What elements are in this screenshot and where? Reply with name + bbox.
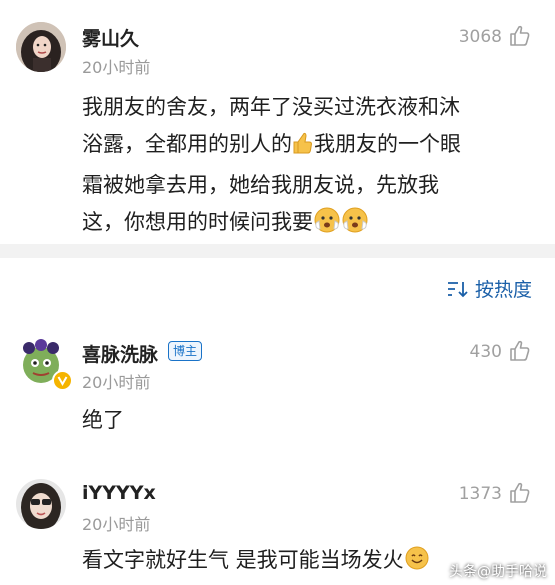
comment-line: 这，你想用的时候问我要 xyxy=(82,204,542,245)
like-count: 3068 xyxy=(458,27,502,47)
fearful-face-emoji-icon xyxy=(313,207,341,245)
username[interactable]: iYYYYx xyxy=(82,482,156,504)
comment-time: 20小时前 xyxy=(82,373,151,392)
watermark: 头条@助手哈说 xyxy=(449,564,547,580)
comment-line: 霜被她拿去用，她给我朋友说，先放我 xyxy=(82,173,439,197)
verified-icon xyxy=(52,370,73,391)
fearful-face-emoji-icon xyxy=(341,207,369,245)
thumbs-up-icon[interactable] xyxy=(508,339,532,363)
comment-text-part: 看文字就好生气 是我可能当场发火 xyxy=(82,548,404,572)
comment-line-part: 我朋友的一个眼 xyxy=(314,132,461,156)
smiling-face-emoji-icon xyxy=(404,545,430,583)
avatar[interactable] xyxy=(16,22,66,72)
like-count: 430 xyxy=(469,342,502,362)
comment-line-part: 浴露，全都用的别人的 xyxy=(82,132,292,156)
section-divider xyxy=(0,244,555,258)
author-badge: 博主 xyxy=(168,341,203,361)
thumbs-up-icon[interactable] xyxy=(508,481,532,505)
comment-time: 20小时前 xyxy=(82,515,151,534)
username[interactable]: 喜脉洗脉 xyxy=(82,340,158,367)
comment-text: 绝了 xyxy=(82,408,124,432)
comment-line: 浴露，全都用的别人的 我朋友的一个眼 xyxy=(82,126,542,167)
sort-label: 按热度 xyxy=(475,279,533,301)
thumbs-up-emoji-icon xyxy=(292,130,314,167)
username[interactable]: 雾山久 xyxy=(82,24,139,51)
comment-line: 我朋友的舍友，两年了没买过洗衣液和沐 xyxy=(82,95,460,119)
like-count: 1373 xyxy=(458,484,502,504)
sort-icon xyxy=(447,280,469,303)
thumbs-up-icon[interactable] xyxy=(508,24,532,48)
sort-button[interactable]: 按热度 xyxy=(447,275,532,303)
comment-text: 看文字就好生气 是我可能当场发火 xyxy=(82,542,430,583)
comment-time: 20小时前 xyxy=(82,58,151,77)
avatar[interactable] xyxy=(16,479,66,529)
comment-line-part: 这，你想用的时候问我要 xyxy=(82,210,313,234)
comment-text: 我朋友的舍友，两年了没买过洗衣液和沐 浴露，全都用的别人的 我朋友的一个眼 霜被她… xyxy=(82,89,542,245)
